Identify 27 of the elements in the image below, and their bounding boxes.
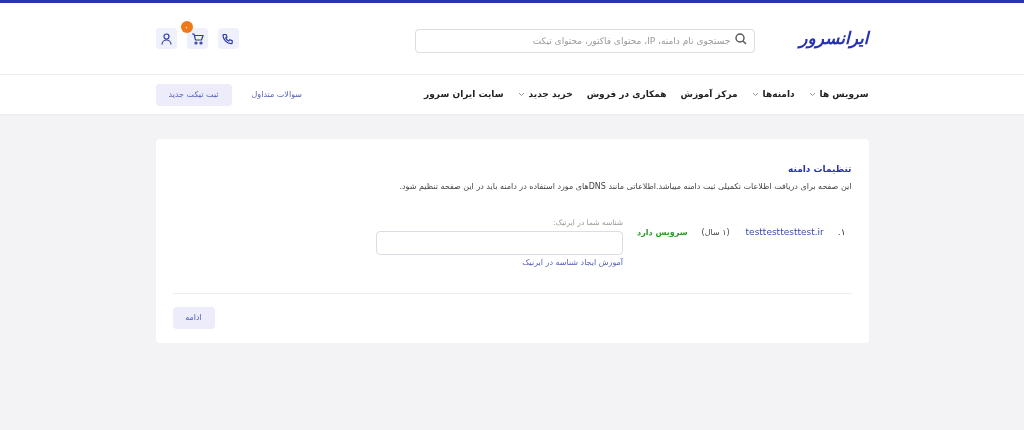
cart-count-badge: ۰: [180, 21, 193, 33]
nav-item[interactable]: مرکز آموزش: [680, 87, 738, 102]
user-icon: [160, 32, 172, 45]
new-ticket-button[interactable]: ثبت تیکت جدید: [155, 83, 232, 106]
search-field[interactable]: جستجوی نام دامنه، IP، محتوای فاکتور، محتوای تیکت: [415, 28, 756, 53]
nav-item[interactable]: همکاری در فروش: [586, 87, 667, 102]
continue-button[interactable]: ادامه: [172, 306, 215, 329]
domain-link[interactable]: testtesttesttest.ir: [745, 225, 824, 239]
faq-link[interactable]: سوالات متداول: [251, 88, 302, 101]
cart-button[interactable]: [186, 28, 208, 49]
nav-item[interactable]: سرویس ها: [808, 87, 869, 102]
nav-item[interactable]: خرید جدید: [517, 87, 573, 102]
status-label: سرویس دارد: [637, 226, 688, 239]
item-number: ۱.: [837, 225, 846, 239]
phone-button[interactable]: [217, 28, 239, 49]
phone-icon: [222, 32, 234, 45]
period-label: (۱ سال): [701, 226, 730, 239]
nav-item[interactable]: سایت ایران سرور: [424, 87, 504, 102]
logo[interactable]: ایرانسرور: [799, 25, 869, 52]
nav-item[interactable]: دامنه‌ها: [751, 87, 795, 102]
card-description: این صفحه برای دریافت اطلاعات تکمیلی ثبت دامنه میباشد.اطلاعاتی مانند DNSهای مورد استفاده در دامنه باید در این صفحه تنظیم شود.: [398, 180, 852, 193]
input-field[interactable]: [376, 230, 624, 255]
account-button[interactable]: [155, 28, 177, 49]
card-title: تنظیمات دامنه: [787, 163, 852, 176]
cart-icon: [190, 32, 204, 45]
search-icon: [735, 32, 748, 45]
help-link[interactable]: آموزش ایجاد شناسه در ایرنیک: [522, 256, 624, 269]
